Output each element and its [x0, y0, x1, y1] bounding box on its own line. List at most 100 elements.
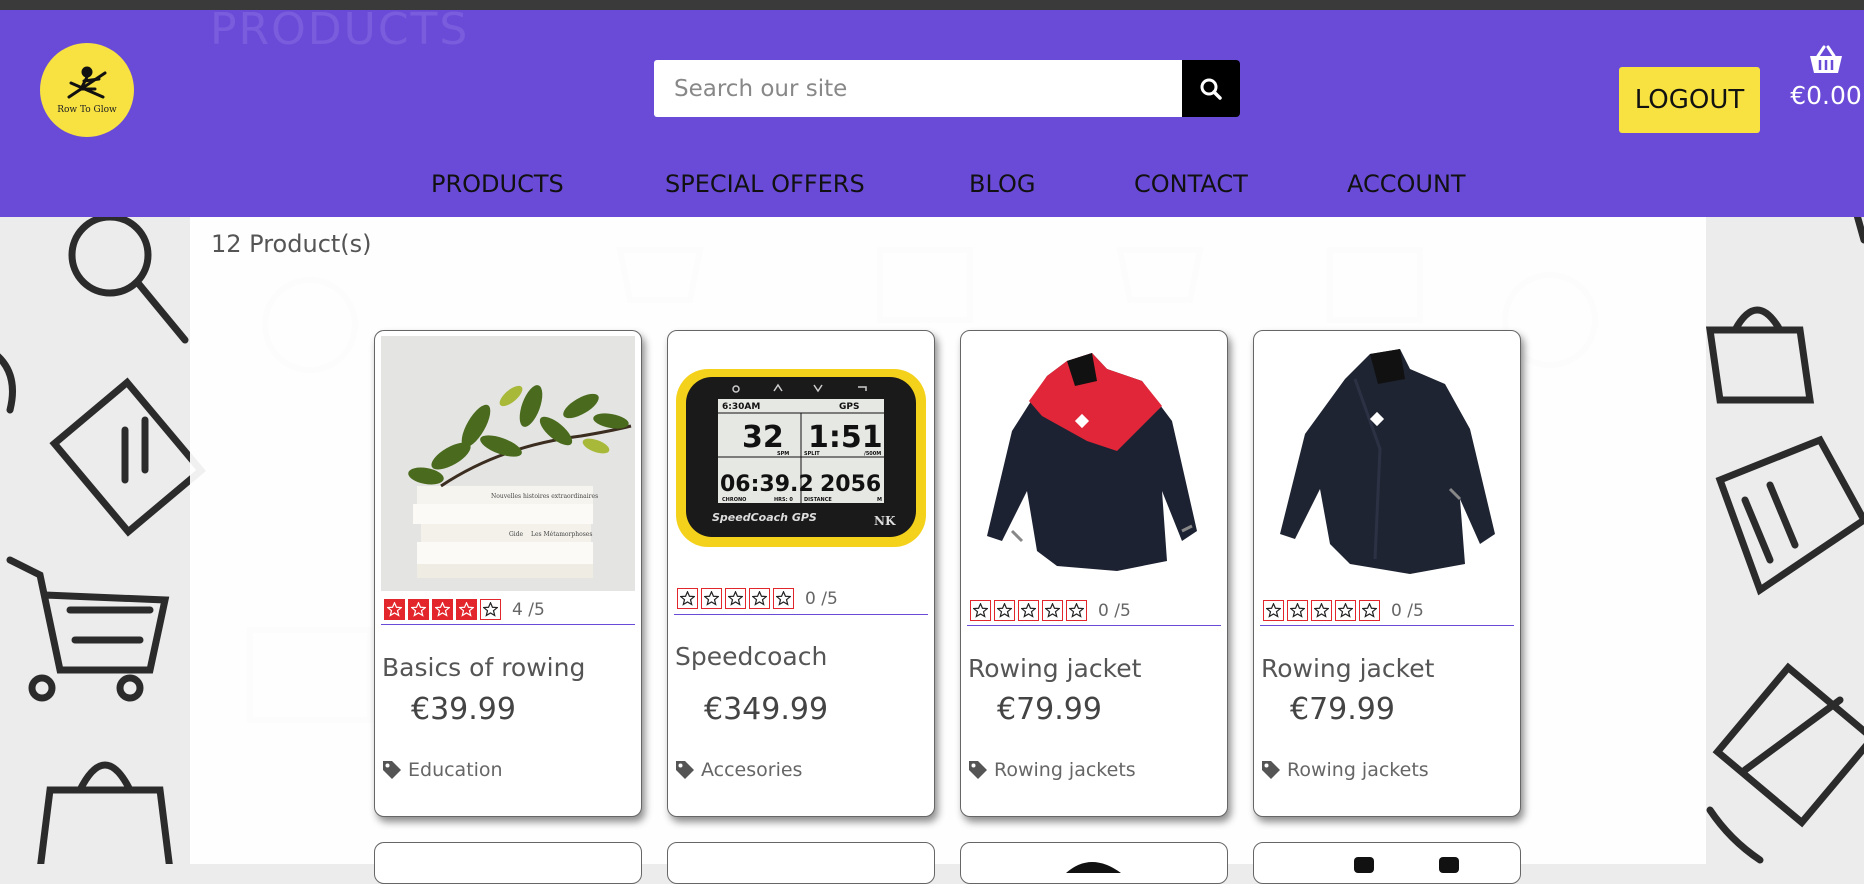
- rating-text: 4 /5: [512, 599, 545, 620]
- star-icon: [970, 600, 991, 621]
- product-image-partial: [1066, 862, 1121, 873]
- black-jacket-icon: [1280, 349, 1495, 574]
- category-label: Rowing jackets: [1287, 759, 1429, 781]
- category-label: Accesories: [701, 759, 803, 781]
- divider: [967, 625, 1221, 626]
- screen-chrono: 06:39.2: [720, 472, 814, 497]
- rating: 4 /5: [384, 599, 545, 620]
- nav-item-special-offers[interactable]: SPECIAL OFFERS: [665, 170, 865, 198]
- search-icon: [1200, 78, 1222, 100]
- site-logo[interactable]: Row To Glow: [40, 43, 134, 137]
- screen-per500: /500M: [864, 451, 881, 457]
- tag-icon: [969, 761, 987, 779]
- main-nav: PRODUCTS SPECIAL OFFERS BLOG CONTACT ACC…: [0, 170, 1864, 210]
- star-icon: [456, 599, 477, 620]
- star-icon: [1287, 600, 1308, 621]
- product-card-partial[interactable]: [667, 842, 935, 884]
- star-icon: [1066, 600, 1087, 621]
- device-brand: SpeedCoach GPS: [712, 511, 817, 524]
- logout-button[interactable]: LOGOUT: [1619, 67, 1760, 133]
- search-bar: [654, 60, 1240, 117]
- product-card[interactable]: 6:30AM GPS 32 1:51 SPM SPLIT /500M 06:39…: [667, 330, 935, 817]
- bag-icon-left: [37, 786, 173, 864]
- product-name[interactable]: Rowing jacket: [968, 654, 1141, 683]
- star-icon: [701, 588, 722, 609]
- screen-stroke-rate: 32: [742, 420, 784, 455]
- cart-icon: [6, 556, 170, 674]
- star-icon: [994, 600, 1015, 621]
- star-icon: [1335, 600, 1356, 621]
- screen-distance-label: DISTANCE: [804, 497, 832, 503]
- screen-split-label: SPLIT: [804, 451, 820, 457]
- divider: [674, 614, 928, 615]
- book-title-1: Nouvelles histoires extraordinaires: [491, 493, 598, 500]
- rating: 0 /5: [970, 600, 1131, 621]
- basket-icon: [1810, 45, 1842, 73]
- cart-total: €0.00: [1790, 81, 1862, 110]
- category-label: Education: [408, 759, 503, 781]
- star-icon: [773, 588, 794, 609]
- product-name[interactable]: Rowing jacket: [1261, 654, 1434, 683]
- rating-text: 0 /5: [1391, 600, 1424, 621]
- site-header: PRODUCTS Row To Glow LOGOUT: [0, 10, 1864, 217]
- product-count: 12 Product(s): [211, 230, 372, 258]
- rating-text: 0 /5: [805, 588, 838, 609]
- star-icon: [1018, 600, 1039, 621]
- tag-icon: [676, 761, 694, 779]
- divider: [381, 624, 635, 625]
- speedcoach-device-icon: 6:30AM GPS 32 1:51 SPM SPLIT /500M 06:39…: [676, 369, 926, 547]
- screen-gps: GPS: [839, 402, 859, 412]
- book-title-2: Gide: [509, 531, 524, 538]
- product-card[interactable]: Nouvelles histoires extraordinaires Gide…: [374, 330, 642, 817]
- star-icon: [1042, 600, 1063, 621]
- star-icon: [480, 599, 501, 620]
- gift-icon: [1712, 662, 1864, 828]
- nav-item-contact[interactable]: CONTACT: [1134, 170, 1248, 198]
- product-card-partial[interactable]: [960, 842, 1228, 884]
- screen-time: 6:30AM: [722, 402, 760, 412]
- product-card-partial[interactable]: [1253, 842, 1521, 884]
- book-plant-icon: Nouvelles histoires extraordinaires Gide…: [381, 336, 635, 591]
- product-price: €79.99: [1290, 692, 1395, 727]
- nav-item-blog[interactable]: BLOG: [969, 170, 1035, 198]
- product-name[interactable]: Basics of rowing: [382, 653, 585, 682]
- star-icon: [725, 588, 746, 609]
- rower-icon: [67, 66, 107, 99]
- product-card[interactable]: 0 /5 Rowing jacket €79.99 Rowing jackets: [1253, 330, 1521, 817]
- search-input[interactable]: [654, 60, 1182, 117]
- device-maker: NK: [874, 514, 896, 528]
- tag-icon: [1715, 435, 1864, 596]
- tag-icon: [383, 761, 401, 779]
- star-icon: [677, 588, 698, 609]
- product-category[interactable]: Education: [382, 759, 503, 781]
- star-icon: [1311, 600, 1332, 621]
- star-icon: [1263, 600, 1284, 621]
- nav-item-account[interactable]: ACCOUNT: [1347, 170, 1466, 198]
- product-card[interactable]: 0 /5 Rowing jacket €79.99 Rowing jackets: [960, 330, 1228, 817]
- rating-text: 0 /5: [1098, 600, 1131, 621]
- search-button[interactable]: [1182, 60, 1240, 117]
- product-price: €349.99: [704, 692, 829, 727]
- screen-distance: 2056: [820, 472, 881, 497]
- screen-hrs: HRS: 0: [774, 497, 793, 503]
- category-label: Rowing jackets: [994, 759, 1136, 781]
- ghost-page-title: PRODUCTS: [210, 10, 470, 55]
- cart-link[interactable]: €0.00: [1788, 45, 1864, 110]
- product-price: €39.99: [411, 692, 516, 727]
- tag-icon: [1262, 761, 1280, 779]
- star-icon: [1359, 600, 1380, 621]
- product-category[interactable]: Accesories: [675, 759, 802, 781]
- rating: 0 /5: [1263, 600, 1424, 621]
- product-name[interactable]: Speedcoach: [675, 642, 827, 671]
- product-image-partial: [1354, 857, 1459, 873]
- product-card-partial[interactable]: [374, 842, 642, 884]
- star-icon: [749, 588, 770, 609]
- divider: [1260, 625, 1514, 626]
- product-category[interactable]: Rowing jackets: [968, 759, 1136, 781]
- product-category[interactable]: Rowing jackets: [1261, 759, 1429, 781]
- screen-chrono-label: CHRONO: [722, 497, 746, 503]
- product-price: €79.99: [997, 692, 1102, 727]
- logo-text: Row To Glow: [57, 105, 117, 115]
- nav-item-products[interactable]: PRODUCTS: [431, 170, 564, 198]
- red-jacket-icon: [987, 353, 1197, 571]
